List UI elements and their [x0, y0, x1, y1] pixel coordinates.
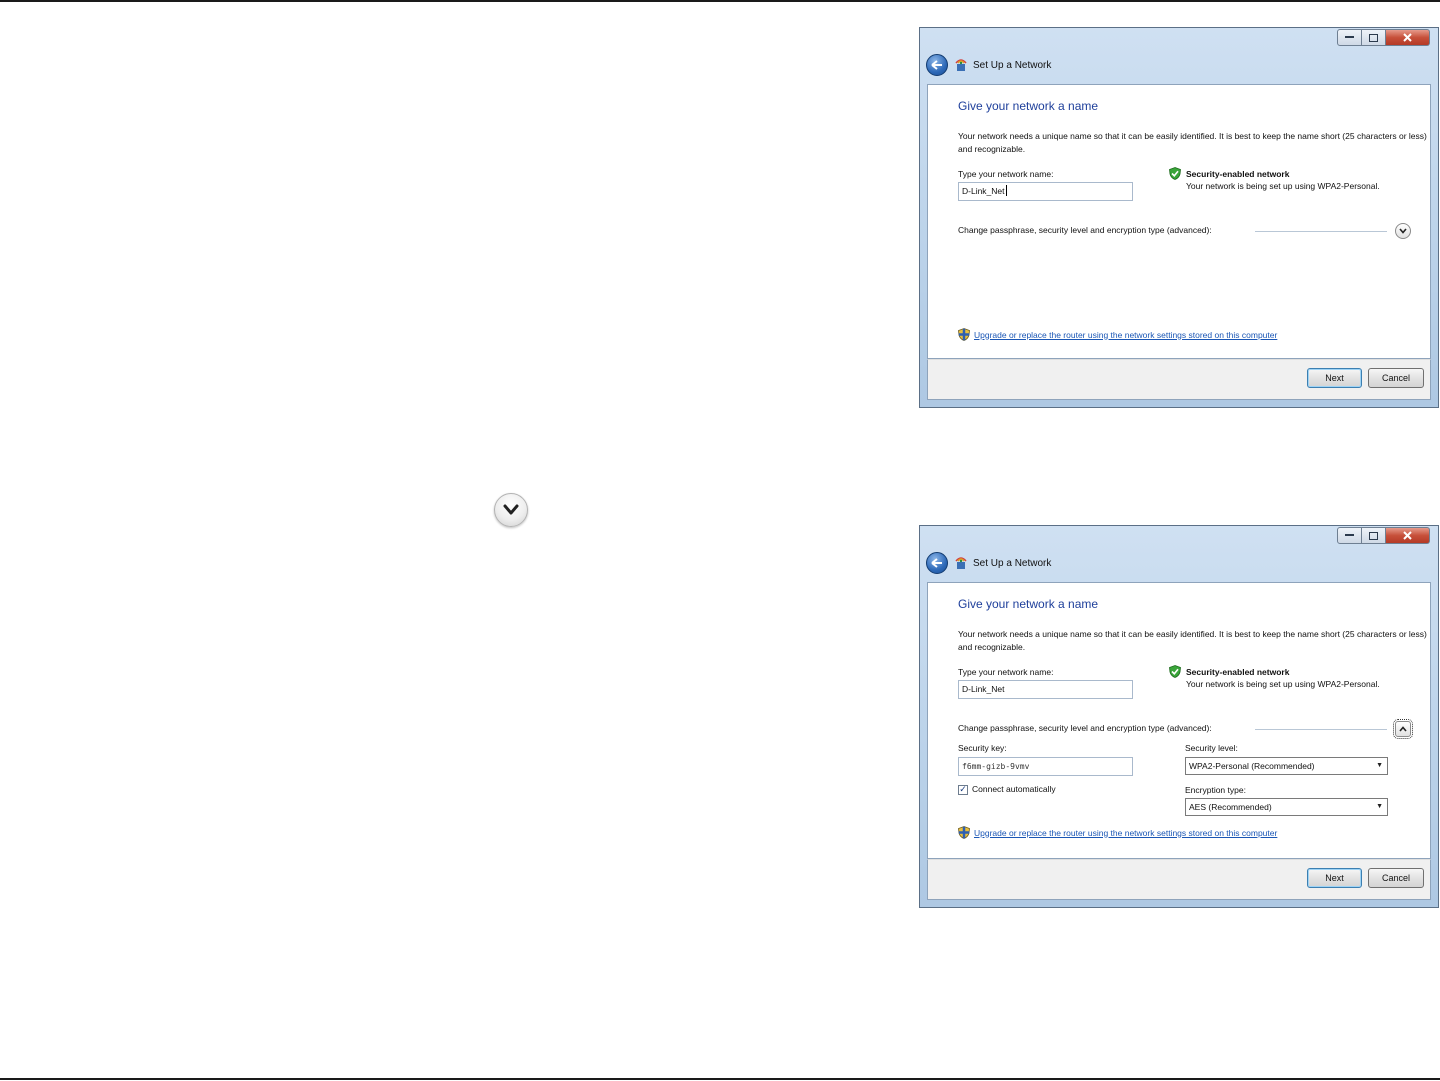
bottom-rule	[0, 1078, 1440, 1080]
expand-advanced-button[interactable]	[1395, 223, 1411, 239]
network-name-value: D-Link_Net	[962, 684, 1005, 694]
collapse-advanced-button[interactable]	[1393, 719, 1413, 739]
dialog-footer: Next Cancel	[927, 359, 1431, 400]
security-description: Your network is being set up using WPA2-…	[1186, 679, 1380, 689]
setup-network-dialog-expanded: Set Up a Network Give your network a nam…	[919, 525, 1439, 908]
network-name-label: Type your network name:	[958, 169, 1054, 179]
network-name-input[interactable]: D-Link_Net	[958, 182, 1133, 201]
window-title: Set Up a Network	[973, 59, 1052, 71]
top-rule	[0, 0, 1440, 2]
uac-shield-icon	[958, 826, 970, 839]
chevron-up-icon	[1399, 726, 1407, 732]
security-key-label: Security key:	[958, 743, 1007, 753]
description-text: Your network needs a unique name so that…	[958, 629, 1427, 652]
dialog-content: Give your network a name Your network ne…	[927, 84, 1431, 359]
advanced-options-label: Change passphrase, security level and en…	[958, 723, 1212, 733]
security-level-value: WPA2-Personal (Recommended)	[1189, 761, 1315, 771]
maximize-button[interactable]	[1362, 29, 1386, 46]
network-name-input[interactable]: D-Link_Net	[958, 680, 1133, 699]
page-heading: Give your network a name	[958, 99, 1099, 113]
upgrade-router-row: Upgrade or replace the router using the …	[958, 826, 1277, 839]
security-key-input[interactable]: f6mm-gizb-9vmv	[958, 757, 1133, 776]
network-name-label: Type your network name:	[958, 667, 1054, 677]
back-button[interactable]	[926, 552, 948, 574]
chevron-down-circle-icon	[494, 493, 528, 527]
encryption-type-value: AES (Recommended)	[1189, 802, 1272, 812]
close-button[interactable]	[1386, 527, 1430, 544]
advanced-separator	[1255, 729, 1387, 730]
back-arrow-icon	[931, 558, 942, 568]
titlebar: Set Up a Network	[926, 550, 1051, 576]
encryption-type-label: Encryption type:	[1185, 785, 1246, 795]
next-button[interactable]: Next	[1307, 368, 1362, 388]
chevron-down-icon	[1399, 228, 1407, 234]
maximize-button[interactable]	[1362, 527, 1386, 544]
description-text: Your network needs a unique name so that…	[958, 131, 1427, 154]
connect-automatically-label: Connect automatically	[972, 784, 1056, 794]
network-setup-icon	[955, 59, 967, 71]
close-icon	[1403, 531, 1412, 540]
encryption-type-select[interactable]: AES (Recommended) ▼	[1185, 798, 1388, 816]
shield-check-icon	[1169, 665, 1181, 678]
advanced-options-label: Change passphrase, security level and en…	[958, 225, 1212, 235]
minimize-button[interactable]	[1337, 29, 1362, 46]
cancel-button[interactable]: Cancel	[1368, 368, 1424, 388]
close-icon	[1403, 33, 1412, 42]
next-button[interactable]: Next	[1307, 868, 1362, 888]
connect-automatically-checkbox[interactable]: ✓	[958, 785, 968, 795]
back-button[interactable]	[926, 54, 948, 76]
upgrade-router-link[interactable]: Upgrade or replace the router using the …	[974, 828, 1277, 838]
close-button[interactable]	[1386, 29, 1430, 46]
back-arrow-icon	[931, 60, 942, 70]
dialog-footer: Next Cancel	[927, 859, 1431, 900]
dialog-content: Give your network a name Your network ne…	[927, 582, 1431, 859]
uac-shield-icon	[958, 328, 970, 341]
upgrade-router-link[interactable]: Upgrade or replace the router using the …	[974, 330, 1277, 340]
security-level-select[interactable]: WPA2-Personal (Recommended) ▼	[1185, 757, 1388, 775]
window-controls	[1337, 29, 1430, 47]
upgrade-router-row: Upgrade or replace the router using the …	[958, 328, 1277, 341]
security-description: Your network is being set up using WPA2-…	[1186, 181, 1380, 191]
window-controls	[1337, 527, 1430, 545]
network-name-value: D-Link_Net	[962, 186, 1005, 196]
minimize-button[interactable]	[1337, 527, 1362, 544]
security-title: Security-enabled network	[1186, 667, 1290, 677]
page-heading: Give your network a name	[958, 597, 1099, 611]
dropdown-arrow-icon: ▼	[1376, 762, 1383, 769]
security-level-label: Security level:	[1185, 743, 1238, 753]
text-caret	[1005, 185, 1007, 196]
network-setup-icon	[955, 557, 967, 569]
setup-network-dialog-collapsed: Set Up a Network Give your network a nam…	[919, 27, 1439, 408]
advanced-separator	[1255, 231, 1387, 232]
dropdown-arrow-icon: ▼	[1376, 803, 1383, 810]
titlebar: Set Up a Network	[926, 52, 1051, 78]
cancel-button[interactable]: Cancel	[1368, 868, 1424, 888]
security-title: Security-enabled network	[1186, 169, 1290, 179]
window-title: Set Up a Network	[973, 557, 1052, 569]
shield-check-icon	[1169, 167, 1181, 180]
